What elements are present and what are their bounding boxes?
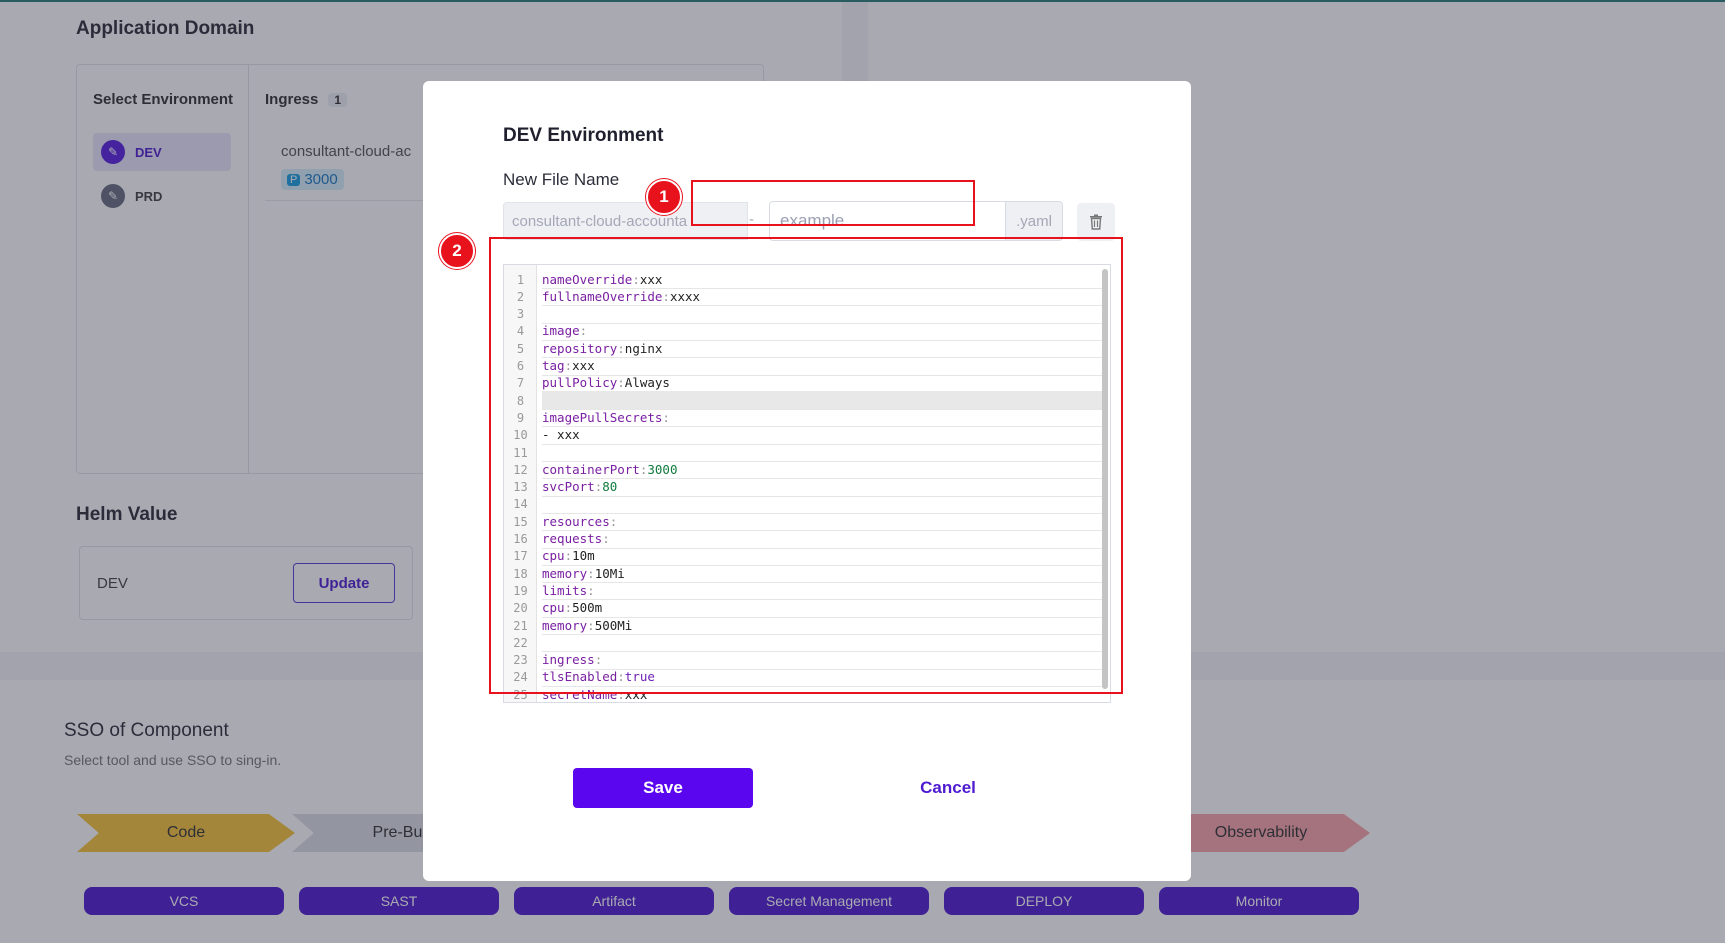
save-button[interactable]: Save <box>573 768 753 808</box>
marker-2: 2 <box>439 233 475 269</box>
delete-button[interactable] <box>1077 203 1115 241</box>
cancel-button[interactable]: Cancel <box>873 768 1023 808</box>
highlight-box-1 <box>691 180 975 226</box>
dev-environment-modal: DEV Environment New File Name consultant… <box>423 81 1191 881</box>
yaml-suffix: .yaml <box>1006 201 1063 241</box>
marker-1: 1 <box>646 179 682 215</box>
modal-title: DEV Environment <box>503 125 664 146</box>
file-name-label: New File Name <box>503 170 620 189</box>
highlight-box-2 <box>489 237 1123 694</box>
trash-icon <box>1090 214 1102 230</box>
